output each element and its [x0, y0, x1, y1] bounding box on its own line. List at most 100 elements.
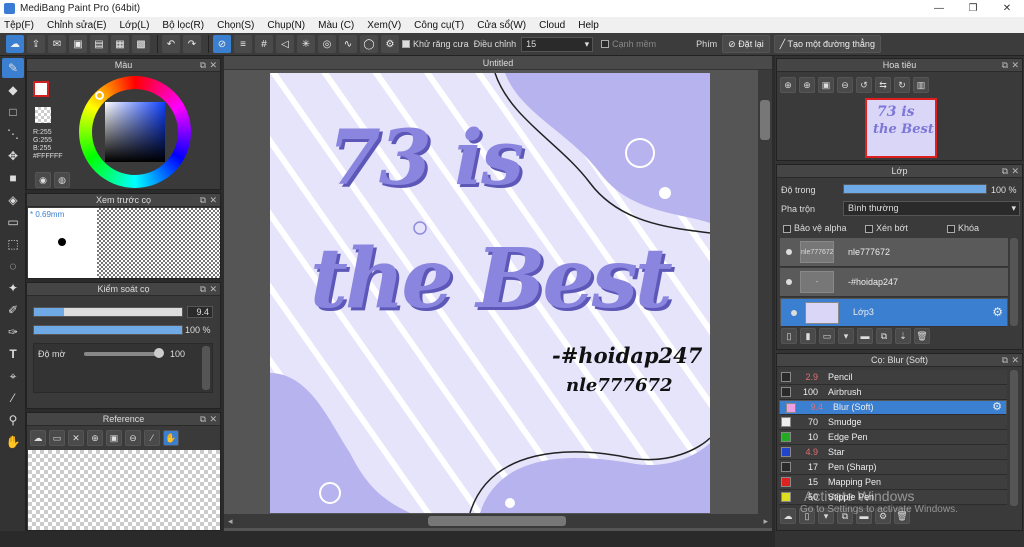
undo-icon[interactable]: ↶: [162, 35, 180, 53]
save-icon[interactable]: ▣: [69, 35, 87, 53]
popout-icon[interactable]: ⧉: [1002, 354, 1008, 367]
brush-row[interactable]: 2.9 Pencil: [779, 370, 1007, 385]
eyedropper-icon[interactable]: ⁄: [144, 430, 160, 446]
lock-option[interactable]: Khóa: [947, 223, 979, 233]
menu-window[interactable]: Cửa sổ(W): [477, 20, 526, 31]
close-icon[interactable]: ✕: [209, 59, 217, 72]
popout-icon[interactable]: ⧉: [1002, 59, 1008, 72]
close-icon[interactable]: ✕: [209, 283, 217, 296]
brush-row[interactable]: 17 Pen (Sharp): [779, 460, 1007, 475]
zoom-in-icon[interactable]: ⊕: [87, 430, 103, 446]
hscroll-thumb[interactable]: [428, 516, 566, 526]
reference-canvas[interactable]: [28, 450, 220, 530]
lasso-tool-icon[interactable]: ◌: [2, 256, 24, 276]
eraser-tool-icon[interactable]: ◆: [2, 80, 24, 100]
bucket-tool-icon[interactable]: ◈: [2, 190, 24, 210]
reset-view-icon[interactable]: ▥: [913, 77, 929, 93]
cloud-icon[interactable]: ☁: [6, 35, 24, 53]
operation-tool-icon[interactable]: ⌖: [2, 366, 24, 386]
menu-color[interactable]: Màu (C): [318, 20, 354, 31]
parallel-ruler-icon[interactable]: ≡: [234, 35, 252, 53]
menu-select[interactable]: Chọn(S): [217, 20, 254, 31]
antialias-checkbox[interactable]: [402, 40, 410, 48]
upload-icon[interactable]: ⇪: [27, 35, 45, 53]
popout-icon[interactable]: ⧉: [1002, 165, 1008, 178]
cloud-download-icon[interactable]: ☁: [780, 508, 796, 524]
zoom-out-icon[interactable]: ⊖: [125, 430, 141, 446]
delete-layer-icon[interactable]: 🗑: [914, 328, 930, 344]
popout-icon[interactable]: ⧉: [200, 194, 206, 207]
menu-cloud[interactable]: Cloud: [539, 20, 565, 31]
close-icon[interactable]: ✕: [1011, 59, 1019, 72]
dropper-tool-icon[interactable]: ⚲: [2, 410, 24, 430]
palette-icon[interactable]: ◉: [35, 172, 51, 188]
density-scrollbar[interactable]: [202, 346, 210, 390]
tiles-icon[interactable]: ▩: [132, 35, 150, 53]
background-color-swatch[interactable]: [35, 107, 51, 123]
layer-row-selected[interactable]: Lớp3 ⚙: [780, 298, 1008, 327]
new-folder-icon[interactable]: ▬: [857, 328, 873, 344]
grid-snap-icon[interactable]: #: [255, 35, 273, 53]
menu-view[interactable]: Xem(V): [367, 20, 401, 31]
reset-button[interactable]: ⊘ Đặt lại: [722, 35, 770, 53]
popout-icon[interactable]: ⧉: [200, 59, 206, 72]
settings-icon[interactable]: ⚙: [381, 35, 399, 53]
cloud-upload-icon[interactable]: ☁: [30, 430, 46, 446]
maximize-button[interactable]: ❐: [956, 0, 990, 17]
navigator-thumbnail[interactable]: 73 is the Best: [865, 98, 937, 158]
comment-icon[interactable]: ✉: [48, 35, 66, 53]
close-button[interactable]: ✕: [990, 0, 1024, 17]
close-icon[interactable]: ✕: [68, 430, 84, 446]
lock-checkbox[interactable]: [947, 224, 955, 233]
blend-mode-select[interactable]: Bình thường ▾: [843, 201, 1020, 216]
layer-row[interactable]: nle777672 nle777672: [780, 238, 1008, 267]
close-icon[interactable]: ✕: [209, 194, 217, 207]
layer-opacity-slider[interactable]: [843, 184, 987, 194]
flip-icon[interactable]: ⇆: [875, 77, 891, 93]
brush-tool-icon[interactable]: ✎: [2, 58, 24, 78]
new-layer-8bit-icon[interactable]: ▮: [800, 328, 816, 344]
text-tool-icon[interactable]: T: [2, 344, 24, 364]
select-eraser-tool-icon[interactable]: ✑: [2, 322, 24, 342]
hand-tool-icon[interactable]: ✋: [2, 432, 24, 452]
menu-file[interactable]: Tệp(F): [4, 20, 34, 31]
perspective-icon[interactable]: ◁: [276, 35, 294, 53]
protect-alpha-checkbox[interactable]: [783, 224, 791, 233]
density-slider[interactable]: [84, 352, 160, 356]
grid-icon[interactable]: ▦: [111, 35, 129, 53]
new-layer-1bit-icon[interactable]: ▭: [819, 328, 835, 344]
popout-icon[interactable]: ⧉: [200, 413, 206, 426]
gradient-tool-icon[interactable]: ▭: [2, 212, 24, 232]
merge-down-icon[interactable]: ⇣: [895, 328, 911, 344]
minimize-button[interactable]: —: [922, 0, 956, 17]
brush-size-value[interactable]: 9.4: [187, 306, 213, 318]
brush-settings-gear-icon[interactable]: ⚙: [992, 401, 1002, 414]
brush-size-slider[interactable]: [33, 307, 183, 317]
rotate-left-icon[interactable]: ↺: [856, 77, 872, 93]
scroll-left-icon[interactable]: ◂: [228, 516, 233, 527]
menu-capture[interactable]: Chụp(N): [267, 20, 305, 31]
layer-list-scrollbar[interactable]: [1010, 238, 1018, 326]
soft-edge-checkbox[interactable]: [601, 40, 610, 48]
new-layer-icon[interactable]: ▯: [781, 328, 797, 344]
zoom-in-alt-icon[interactable]: ⊕: [799, 77, 815, 93]
density-slider-handle[interactable]: [154, 348, 164, 358]
select-pen-tool-icon[interactable]: ✐: [2, 300, 24, 320]
rotate-right-icon[interactable]: ↻: [894, 77, 910, 93]
visibility-eye-icon[interactable]: [786, 249, 792, 255]
redo-icon[interactable]: ↷: [183, 35, 201, 53]
fit-icon[interactable]: ▣: [106, 430, 122, 446]
move-tool-icon[interactable]: ✥: [2, 146, 24, 166]
canvas-vertical-scrollbar[interactable]: [758, 70, 772, 514]
saturation-value-square[interactable]: [105, 102, 165, 162]
magic-wand-tool-icon[interactable]: ✦: [2, 278, 24, 298]
menu-filter[interactable]: Bộ lọc(R): [162, 20, 204, 31]
visibility-eye-icon[interactable]: [786, 279, 792, 285]
correction-select[interactable]: 15 ▾: [521, 36, 594, 52]
brush-row-selected[interactable]: 9.4 Blur (Soft) ⚙: [779, 400, 1007, 415]
fill-rect-tool-icon[interactable]: ■: [2, 168, 24, 188]
brush-row[interactable]: 100 Airbrush: [779, 385, 1007, 400]
visibility-eye-icon[interactable]: [791, 309, 797, 316]
brush-row[interactable]: 4.9 Star: [779, 445, 1007, 460]
menu-edit[interactable]: Chỉnh sửa(E): [47, 20, 107, 31]
